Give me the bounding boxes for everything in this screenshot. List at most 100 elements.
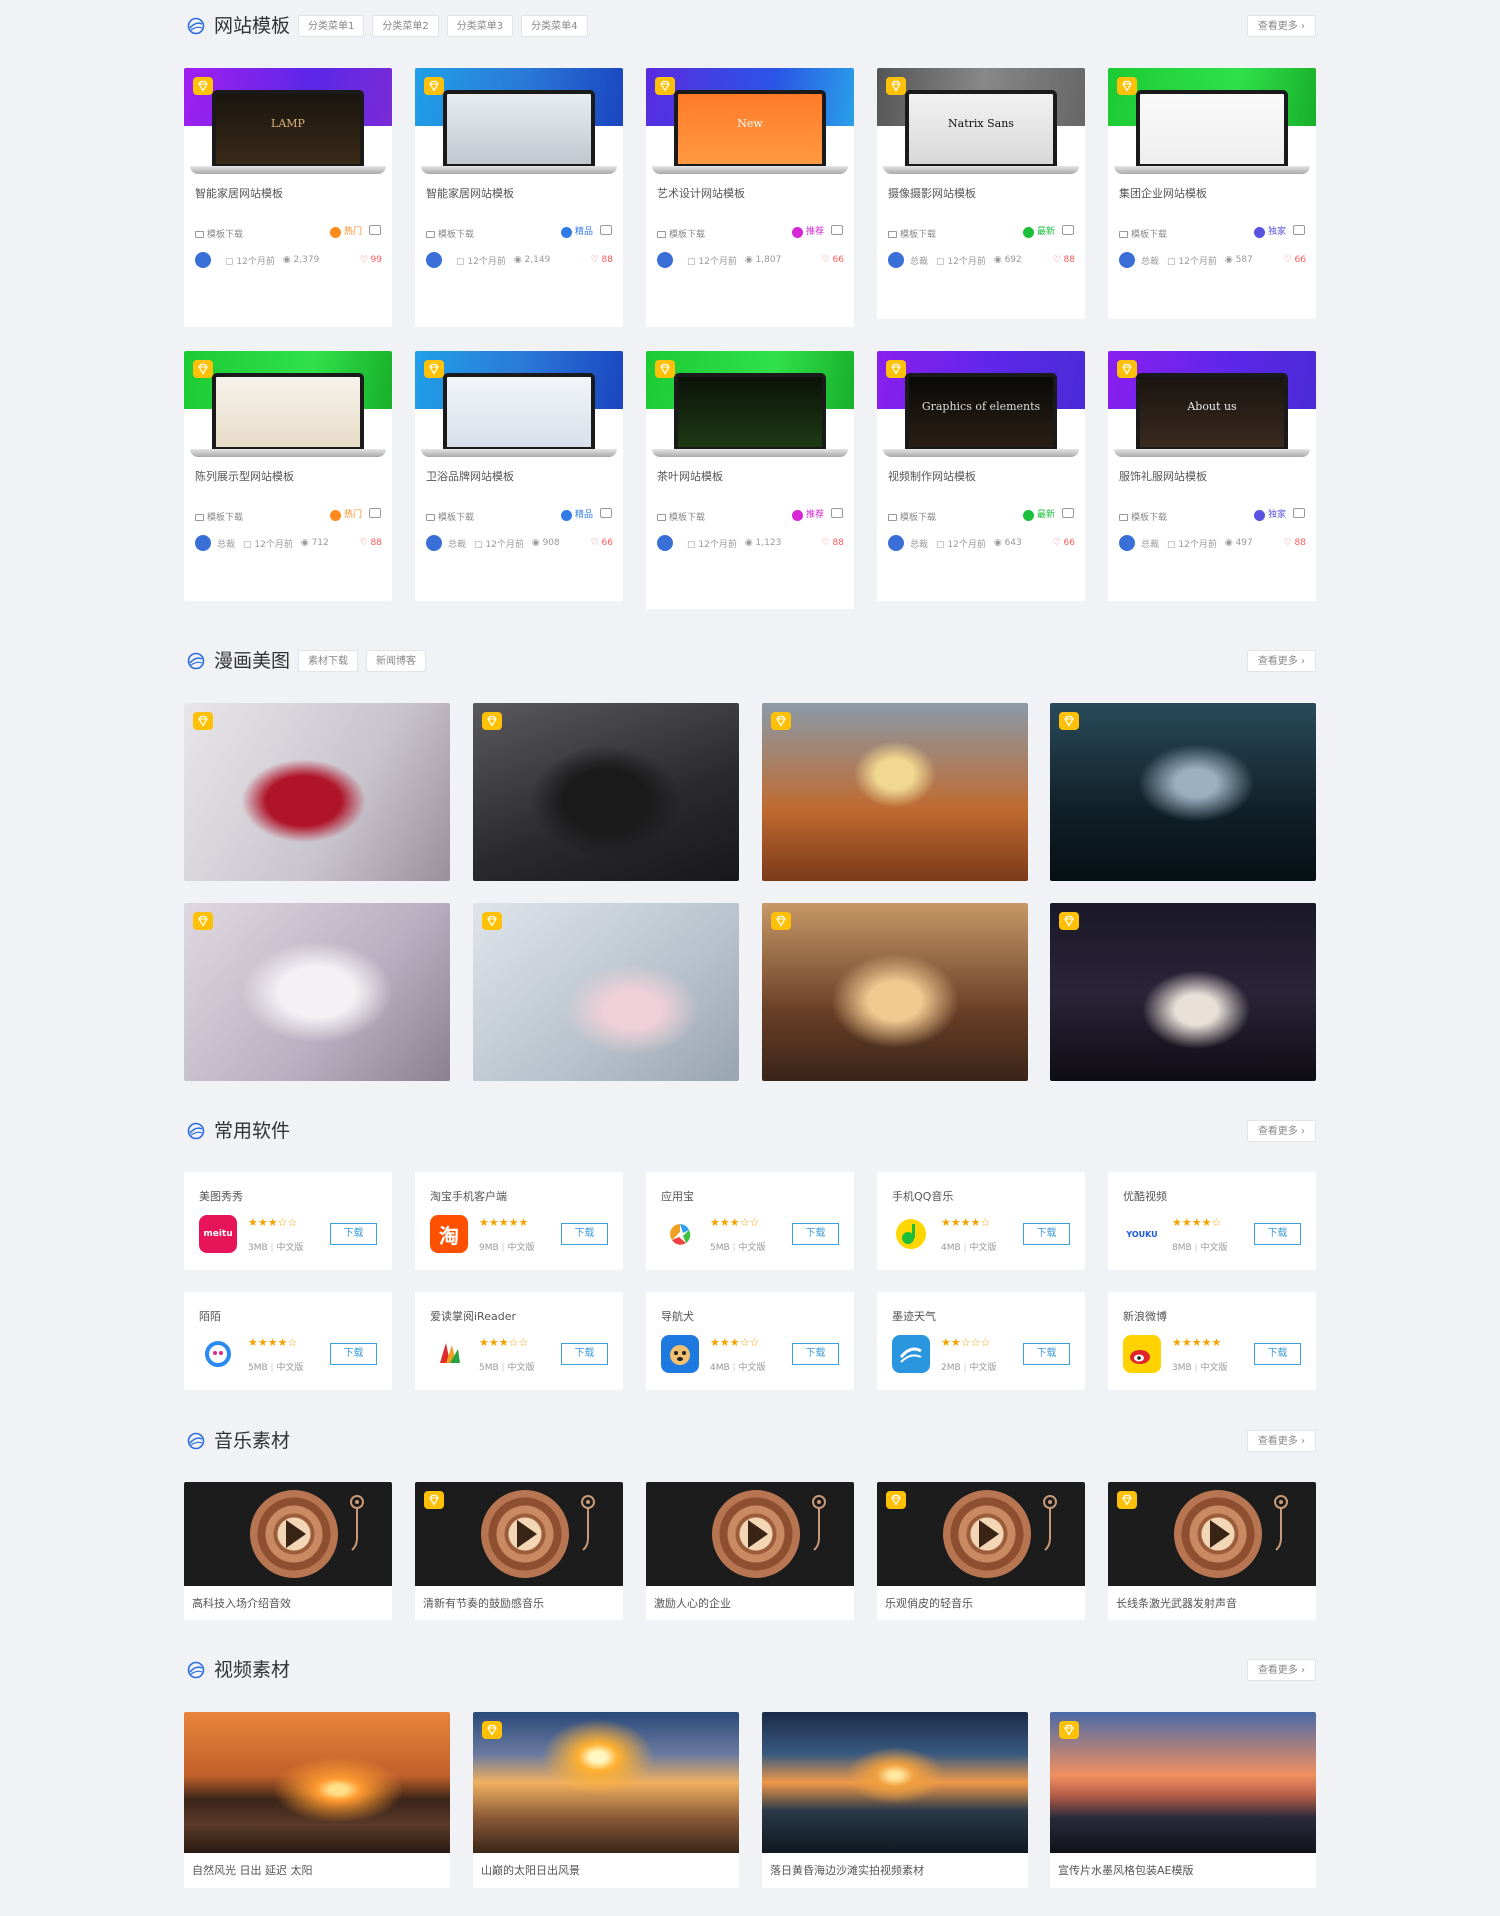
template-title[interactable]: 智能家居网站模板: [426, 185, 514, 201]
software-name[interactable]: 应用宝: [661, 1188, 694, 1204]
software-card[interactable]: 美图秀秀 meitu ★★★☆☆ 3MB | 中文版 下载: [184, 1172, 392, 1270]
video-title[interactable]: 宣传片水墨风格包装AE模版: [1058, 1862, 1193, 1878]
template-title[interactable]: 集团企业网站模板: [1119, 185, 1207, 201]
comic-image[interactable]: [473, 703, 739, 881]
tab-category-4[interactable]: 分类菜单4: [521, 15, 588, 37]
template-category[interactable]: 模板下载: [195, 227, 243, 240]
comic-image[interactable]: [473, 903, 739, 1081]
youku-app-icon[interactable]: YOUKU: [1123, 1215, 1161, 1253]
chat-icon[interactable]: [1293, 508, 1305, 518]
author-name[interactable]: 总裁: [1141, 537, 1159, 550]
play-disc-icon[interactable]: [481, 1490, 569, 1578]
software-card[interactable]: 墨迹天气 ★★☆☆☆ 2MB | 中文版 下载: [877, 1292, 1085, 1390]
view-more-button[interactable]: 查看更多 ›: [1246, 15, 1316, 37]
template-card[interactable]: 茶叶网站模板 模板下载 推荐 ▢ 12个月前 ◉ 1,123 ♡ 88: [646, 351, 854, 609]
avatar[interactable]: [1119, 535, 1135, 551]
like-count[interactable]: ♡ 88: [1284, 538, 1306, 548]
like-count[interactable]: ♡ 66: [1284, 255, 1306, 265]
music-card[interactable]: 激励人心的企业: [646, 1482, 854, 1620]
software-name[interactable]: 陌陌: [199, 1308, 221, 1324]
music-card[interactable]: 高科技入场介绍音效: [184, 1482, 392, 1620]
template-card[interactable]: 卫浴品牌网站模板 模板下载 精品 总裁 ▢ 12个月前 ◉ 908 ♡ 66: [415, 351, 623, 601]
template-card[interactable]: Graphics of elements 视频制作网站模板 模板下载 最新 总裁 ▢ 12…: [877, 351, 1085, 601]
template-title[interactable]: 智能家居网站模板: [195, 185, 283, 201]
template-card[interactable]: New 艺术设计网站模板 模板下载 推荐 ▢ 12个月前 ◉ 1,807 ♡ 66: [646, 68, 854, 327]
author-name[interactable]: 总裁: [1141, 254, 1159, 267]
chat-icon[interactable]: [831, 225, 843, 235]
like-count[interactable]: ♡ 88: [360, 538, 382, 548]
video-card[interactable]: 落日黄昏海边沙滩实拍视频素材: [762, 1712, 1028, 1888]
comic-image[interactable]: [762, 703, 1028, 881]
avatar[interactable]: [888, 535, 904, 551]
software-name[interactable]: 新浪微博: [1123, 1308, 1167, 1324]
software-card[interactable]: 导航犬 ★★★☆☆ 4MB | 中文版 下载: [646, 1292, 854, 1390]
music-card[interactable]: 乐观俏皮的轻音乐: [877, 1482, 1085, 1620]
video-thumbnail[interactable]: [184, 1712, 450, 1853]
avatar[interactable]: [888, 252, 904, 268]
template-thumbnail[interactable]: [184, 351, 392, 457]
template-thumbnail[interactable]: About us: [1108, 351, 1316, 457]
template-title[interactable]: 陈列展示型网站模板: [195, 468, 294, 484]
download-button[interactable]: 下载: [792, 1223, 839, 1245]
template-category[interactable]: 模板下载: [426, 227, 474, 240]
template-title[interactable]: 服饰礼服网站模板: [1119, 468, 1207, 484]
weibo-app-icon[interactable]: [1123, 1335, 1161, 1373]
template-category[interactable]: 模板下载: [657, 227, 705, 240]
download-button[interactable]: 下载: [1023, 1223, 1070, 1245]
download-button[interactable]: 下载: [561, 1223, 608, 1245]
download-button[interactable]: 下载: [330, 1343, 377, 1365]
music-cover[interactable]: [877, 1482, 1085, 1586]
video-card[interactable]: 自然风光 日出 延迟 太阳: [184, 1712, 450, 1888]
software-card[interactable]: 爱读掌阅iReader ★★★☆☆ 5MB | 中文版 下载: [415, 1292, 623, 1390]
tab-category-2[interactable]: 分类菜单2: [372, 15, 439, 37]
software-card[interactable]: 优酷视频 YOUKU ★★★★☆ 8MB | 中文版 下载: [1108, 1172, 1316, 1270]
software-name[interactable]: 美图秀秀: [199, 1188, 243, 1204]
chat-icon[interactable]: [600, 225, 612, 235]
music-title[interactable]: 清新有节奏的鼓励感音乐: [423, 1595, 544, 1611]
comic-image[interactable]: [184, 703, 450, 881]
software-card[interactable]: 淘宝手机客户端淘 ★★★★★ 9MB | 中文版 下载: [415, 1172, 623, 1270]
author-name[interactable]: 总裁: [217, 537, 235, 550]
taobao-app-icon[interactable]: 淘: [430, 1215, 468, 1253]
template-category[interactable]: 模板下载: [657, 510, 705, 523]
like-count[interactable]: ♡ 88: [1053, 255, 1075, 265]
like-count[interactable]: ♡ 88: [822, 538, 844, 548]
play-disc-icon[interactable]: [1174, 1490, 1262, 1578]
software-name[interactable]: 手机QQ音乐: [892, 1188, 953, 1204]
like-count[interactable]: ♡ 66: [591, 538, 613, 548]
avatar[interactable]: [426, 252, 442, 268]
chat-icon[interactable]: [831, 508, 843, 518]
template-category[interactable]: 模板下载: [426, 510, 474, 523]
template-thumbnail[interactable]: Graphics of elements: [877, 351, 1085, 457]
template-thumbnail[interactable]: Natrix Sans: [877, 68, 1085, 174]
music-title[interactable]: 高科技入场介绍音效: [192, 1595, 291, 1611]
comic-image[interactable]: [1050, 903, 1316, 1081]
software-name[interactable]: 优酷视频: [1123, 1188, 1167, 1204]
tab-category-3[interactable]: 分类菜单3: [446, 15, 514, 37]
tab-category-1[interactable]: 分类菜单1: [298, 15, 365, 37]
template-card[interactable]: 陈列展示型网站模板 模板下载 热门 总裁 ▢ 12个月前 ◉ 712 ♡ 88: [184, 351, 392, 601]
template-title[interactable]: 摄像摄影网站模板: [888, 185, 976, 201]
view-more-button[interactable]: 查看更多 ›: [1246, 1659, 1316, 1681]
software-card[interactable]: 应用宝 ★★★☆☆ 5MB | 中文版 下载: [646, 1172, 854, 1270]
template-thumbnail[interactable]: New: [646, 68, 854, 174]
view-more-button[interactable]: 查看更多 ›: [1246, 1430, 1316, 1452]
comic-image[interactable]: [1050, 703, 1316, 881]
view-more-button[interactable]: 查看更多 ›: [1246, 1120, 1316, 1142]
chat-icon[interactable]: [600, 508, 612, 518]
template-card[interactable]: 智能家居网站模板 模板下载 精品 ▢ 12个月前 ◉ 2,149 ♡ 88: [415, 68, 623, 327]
music-card[interactable]: 清新有节奏的鼓励感音乐: [415, 1482, 623, 1620]
video-title[interactable]: 自然风光 日出 延迟 太阳: [192, 1862, 313, 1878]
template-category[interactable]: 模板下载: [888, 227, 936, 240]
chat-icon[interactable]: [1293, 225, 1305, 235]
video-card[interactable]: 山巅的太阳日出风景: [473, 1712, 739, 1888]
yyb-app-icon[interactable]: [661, 1215, 699, 1253]
template-card[interactable]: 集团企业网站模板 模板下载 独家 总裁 ▢ 12个月前 ◉ 587 ♡ 66: [1108, 68, 1316, 319]
software-card[interactable]: 手机QQ音乐 ★★★★☆ 4MB | 中文版 下载: [877, 1172, 1085, 1270]
avatar[interactable]: [195, 535, 211, 551]
momo-app-icon[interactable]: [199, 1335, 237, 1373]
download-button[interactable]: 下载: [1023, 1343, 1070, 1365]
chat-icon[interactable]: [369, 225, 381, 235]
comic-image[interactable]: [184, 903, 450, 1081]
qqmusic-app-icon[interactable]: [892, 1215, 930, 1253]
